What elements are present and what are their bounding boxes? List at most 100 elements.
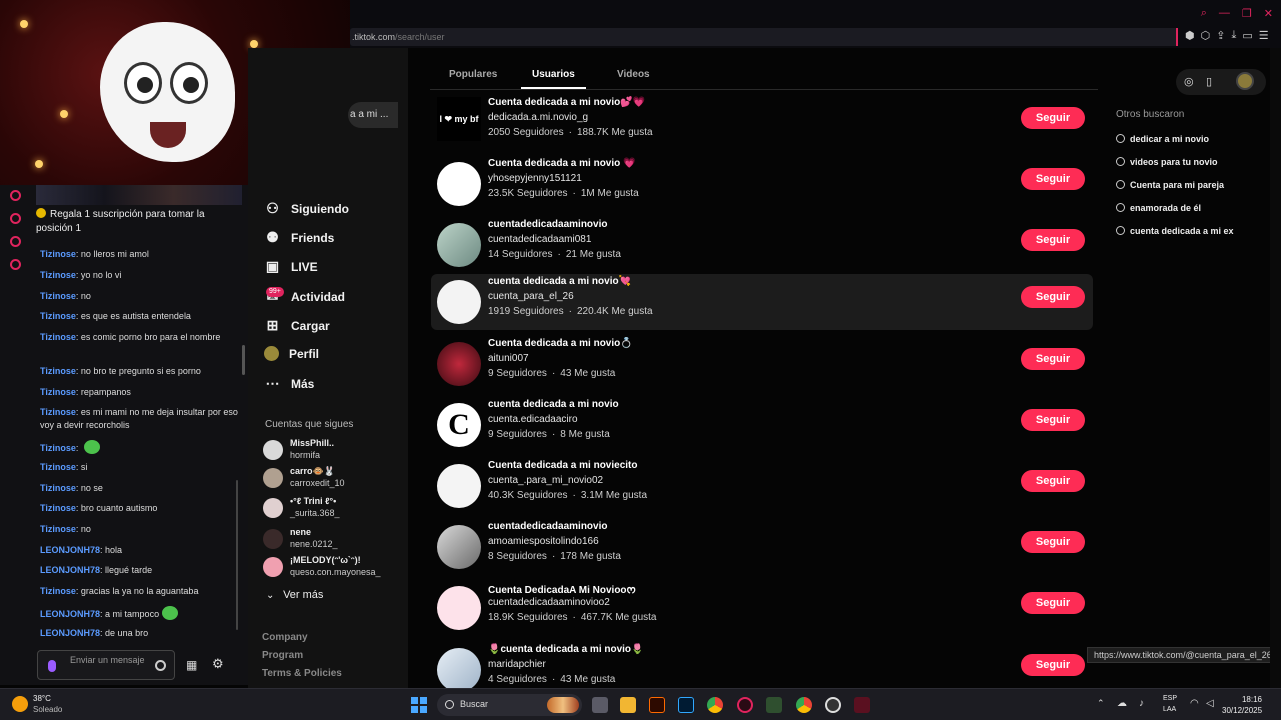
avatar[interactable] — [437, 280, 481, 324]
gear-icon[interactable]: ⚙ — [212, 656, 224, 672]
wifi-icon[interactable]: ◠ — [1190, 698, 1199, 709]
following-item[interactable]: MissPhill.. hormifa — [262, 436, 402, 464]
user-display-name[interactable]: Cuenta dedicada a mi novio💍 — [488, 338, 633, 349]
user-result-row[interactable]: Cuenta dedicada a mi novio 💗 yhosepyjenny… — [431, 156, 1093, 212]
chat-username[interactable]: Tizinose — [40, 524, 76, 534]
windows-start-icon[interactable] — [411, 697, 427, 713]
search-icon[interactable]: ⌕ — [1201, 7, 1207, 20]
sidebar-item-friends[interactable]: ⚉ Friends — [264, 229, 334, 246]
user-result-row[interactable]: cuenta dedicada a mi novio💘 cuenta_para_e… — [431, 274, 1093, 330]
avatar[interactable] — [437, 464, 481, 508]
following-item[interactable]: carro🐵🐰 carroxedit_10 — [262, 464, 402, 492]
sidebar-item-ms[interactable]: ⋯ Más — [264, 375, 315, 392]
tab-videos[interactable]: Videos — [617, 69, 650, 80]
footer-terms[interactable]: Terms & Policies — [262, 668, 342, 679]
follow-button[interactable]: Seguir — [1021, 348, 1085, 370]
puzzle-icon[interactable]: ⬡ — [1201, 29, 1211, 42]
store-icon[interactable]: ▦ — [186, 658, 197, 672]
device-icon[interactable]: ▯ — [1206, 75, 1212, 88]
suggested-search-item[interactable]: cuenta dedicada a mi ex — [1116, 226, 1234, 236]
language-secondary[interactable]: LAA — [1163, 706, 1176, 713]
tab-usuarios[interactable]: Usuarios — [532, 69, 575, 80]
following-item[interactable]: ¡MELODY(ᵔ'ω`ᵔ)! queso.con.mayonesa_ — [262, 553, 402, 581]
app-icon[interactable] — [854, 697, 870, 713]
chat-username[interactable]: Tizinose — [40, 586, 76, 596]
chat-username[interactable]: Tizinose — [40, 483, 76, 493]
avatar[interactable] — [1236, 72, 1254, 90]
chat-sub-banner[interactable]: Regala 1 suscripción para tomar la posic… — [36, 208, 242, 236]
task-view-icon[interactable] — [592, 697, 608, 713]
user-display-name[interactable]: cuentadedicadaaminovio — [488, 219, 607, 230]
footer-program[interactable]: Program — [262, 650, 303, 661]
chat-username[interactable]: LEONJONH78 — [40, 628, 100, 638]
chat-username[interactable]: Tizinose — [40, 407, 76, 417]
chat-username[interactable]: LEONJONH78 — [40, 565, 100, 575]
close-icon[interactable]: ✕ — [1264, 7, 1273, 20]
user-display-name[interactable]: cuenta dedicada a mi novio — [488, 399, 619, 410]
user-result-row[interactable]: Ccuenta dedicada a mi novio cuenta.edicad… — [431, 397, 1093, 453]
share-icon[interactable]: ⇪ — [1216, 29, 1225, 42]
restore-icon[interactable]: ❐ — [1242, 7, 1252, 20]
suggested-search-item[interactable]: dedicar a mi novio — [1116, 134, 1209, 144]
user-display-name[interactable]: cuenta dedicada a mi novio💘 — [488, 276, 631, 287]
taskbar-search[interactable]: Buscar — [437, 694, 582, 716]
mic-icon[interactable]: ♪ — [1139, 698, 1144, 709]
download-icon[interactable]: ⤓ — [1231, 29, 1236, 42]
user-result-row[interactable]: I ❤ my bf Cuenta dedicada a mi novio💕💗 ded… — [431, 95, 1093, 145]
rail-icon[interactable] — [10, 213, 21, 224]
user-display-name[interactable]: Cuenta dedicada a mi noviecito — [488, 460, 637, 471]
follow-button[interactable]: Seguir — [1021, 470, 1085, 492]
menu-icon[interactable]: ☰ — [1259, 29, 1269, 42]
chat-scrollbar[interactable] — [242, 345, 245, 375]
chat-username[interactable]: Tizinose — [40, 503, 76, 513]
follow-button[interactable]: Seguir — [1021, 107, 1085, 129]
follow-button[interactable]: Seguir — [1021, 654, 1085, 676]
follow-button[interactable]: Seguir — [1021, 286, 1085, 308]
follow-button[interactable]: Seguir — [1021, 409, 1085, 431]
coin-icon[interactable]: ◎ — [1184, 75, 1194, 88]
chat-scrollbar-track[interactable] — [236, 480, 238, 630]
avatar[interactable] — [437, 648, 481, 692]
suggested-search-item[interactable]: Cuenta para mi pareja — [1116, 180, 1224, 190]
avatar[interactable]: C — [437, 403, 481, 447]
avatar[interactable] — [437, 162, 481, 206]
clock-date[interactable]: 30/12/2025 — [1222, 706, 1262, 715]
user-display-name[interactable]: Cuenta DedicadaA Mi Noviooᰔ — [488, 582, 636, 598]
tray-chevron-icon[interactable]: ⌃ — [1097, 698, 1105, 709]
user-display-name[interactable]: Cuenta dedicada a mi novio 💗 — [488, 158, 635, 169]
user-display-name[interactable]: Cuenta dedicada a mi novio💕💗 — [488, 97, 645, 108]
suggested-search-item[interactable]: videos para tu novio — [1116, 157, 1218, 167]
photoshop-icon[interactable] — [678, 697, 694, 713]
chat-username[interactable]: Tizinose — [40, 443, 76, 453]
sidebar-item-perfil[interactable]: Perfil — [264, 346, 319, 361]
follow-button[interactable]: Seguir — [1021, 592, 1085, 614]
mic-icon[interactable] — [48, 660, 56, 672]
sidebar-item-live[interactable]: ▣ LIVE — [264, 258, 318, 275]
chat-username[interactable]: LEONJONH78 — [40, 609, 100, 619]
minimize-icon[interactable]: — — [1219, 7, 1230, 20]
following-item[interactable]: nene nene.0212_ — [262, 525, 402, 553]
tab-populares[interactable]: Populares — [449, 69, 497, 80]
suggested-search-item[interactable]: enamorada de él — [1116, 203, 1201, 213]
user-result-row[interactable]: Cuenta DedicadaA Mi Noviooᰔ cuentadedicad… — [431, 580, 1093, 636]
emoji-icon[interactable] — [155, 660, 166, 671]
user-result-row[interactable]: cuentadedicadaaminovio amoamiespositolind… — [431, 519, 1093, 575]
chat-username[interactable]: Tizinose — [40, 249, 76, 259]
user-result-row[interactable]: Cuenta dedicada a mi noviecito cuenta_.pa… — [431, 458, 1093, 514]
app-icon[interactable] — [825, 697, 841, 713]
chat-username[interactable]: Tizinose — [40, 387, 76, 397]
page-scrollbar[interactable] — [1270, 48, 1281, 688]
user-display-name[interactable]: cuentadedicadaaminovio — [488, 521, 607, 532]
chrome-icon[interactable] — [707, 697, 723, 713]
follow-button[interactable]: Seguir — [1021, 531, 1085, 553]
sun-icon[interactable] — [12, 696, 28, 712]
avatar[interactable] — [437, 586, 481, 630]
chrome-icon[interactable] — [796, 697, 812, 713]
volume-icon[interactable]: ◁ — [1206, 698, 1214, 709]
clock-time[interactable]: 18:16 — [1222, 695, 1262, 704]
avatar[interactable] — [437, 342, 481, 386]
app-icon[interactable] — [766, 697, 782, 713]
illustrator-icon[interactable] — [649, 697, 665, 713]
sidebar-item-cargar[interactable]: ⊞ Cargar — [264, 317, 330, 334]
chat-username[interactable]: LEONJONH78 — [40, 545, 100, 555]
